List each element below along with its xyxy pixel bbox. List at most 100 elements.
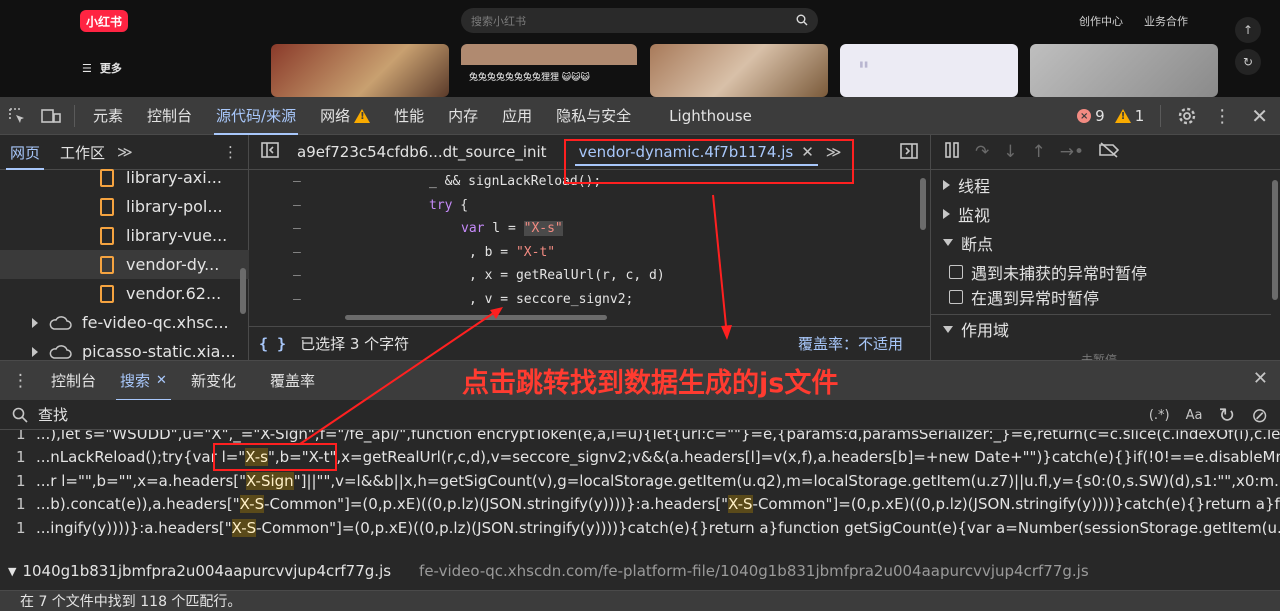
search-bar[interactable]: 查找 (.*) Aa ↻ ⊘ <box>0 400 1280 430</box>
tab-console[interactable]: 控制台 <box>135 97 204 135</box>
editor-horizontal-scrollbar[interactable] <box>345 315 607 320</box>
kebab-menu-icon[interactable]: ⋮ <box>223 143 238 161</box>
step-icon[interactable]: →• <box>1060 142 1084 162</box>
expand-arrow-icon[interactable] <box>32 346 38 357</box>
step-over-icon[interactable]: ↷ <box>975 142 989 162</box>
feed-card[interactable] <box>650 44 828 97</box>
file-tree-item[interactable]: vendor.62... <box>0 279 249 308</box>
webpage-background: 小红书 搜索小红书 创作中心 业务合作 ↑ ↻ ☰ 更多 兔兔兔兔兔兔兔兔狸狸 … <box>0 0 1280 97</box>
search-result-row[interactable]: 1 ...nLackReload();try{var l="X-s",b="X-t… <box>0 446 1280 470</box>
editor-tab-active[interactable]: vendor-dynamic.4f7b1174.js ✕ <box>567 135 826 170</box>
feed-card[interactable] <box>271 44 449 97</box>
annotation-text: 点击跳转找到数据生成的js文件 <box>462 368 839 399</box>
search-result-row[interactable]: 1 ...b).concat(e)),a.headers["X-S-Common"… <box>0 493 1280 517</box>
tab-application[interactable]: 应用 <box>490 97 544 135</box>
drawer-tab-changes[interactable]: 新变化 <box>179 361 248 401</box>
step-out-icon[interactable]: ↑ <box>1032 142 1046 162</box>
file-tree-item[interactable]: library-axi... <box>0 163 249 192</box>
code-area[interactable]: – _ && signLackReload(); – try { – var l = … <box>249 170 931 315</box>
refresh-icon[interactable]: ↻ <box>1218 403 1235 427</box>
tab-performance[interactable]: 性能 <box>382 97 436 135</box>
code-string-selected: "X-s" <box>523 221 563 237</box>
navigator-scrollbar[interactable] <box>240 268 246 314</box>
code-text: , b = <box>469 244 516 260</box>
tab-sources[interactable]: 源代码/来源 <box>204 97 308 135</box>
feed-card[interactable] <box>1030 44 1218 97</box>
coverage-status[interactable]: 覆盖率：不适用 <box>798 333 903 354</box>
xiaohongshu-logo[interactable]: 小红书 <box>80 10 128 32</box>
file-tree-item-selected[interactable]: vendor-dy... <box>0 250 249 279</box>
search-options: (.*) Aa ↻ ⊘ <box>1149 400 1268 430</box>
device-toolbar-icon[interactable] <box>34 97 68 135</box>
chevron-double-right-icon[interactable]: ≫ <box>826 143 842 161</box>
file-tree-item[interactable]: library-vue... <box>0 221 249 250</box>
regex-toggle[interactable]: (.*) <box>1149 408 1170 423</box>
scroll-top-icon[interactable]: ↑ <box>1235 17 1261 43</box>
toggle-debugger-icon[interactable] <box>900 143 918 163</box>
deactivate-breakpoints-icon[interactable] <box>1098 142 1120 162</box>
inspect-element-icon[interactable] <box>0 97 34 135</box>
tab-lighthouse[interactable]: Lighthouse <box>657 97 764 135</box>
chevron-double-right-icon[interactable]: ≫ <box>117 143 133 161</box>
step-into-icon[interactable]: ↓ <box>1003 142 1017 162</box>
file-tree-item[interactable]: library-pol... <box>0 192 249 221</box>
search-result-row[interactable]: 1 ...),let s="WSUDD",u="X",_="X-Sign",f="… <box>0 430 1280 446</box>
tab-memory[interactable]: 内存 <box>436 97 490 135</box>
kebab-menu-icon[interactable]: ⋮ <box>1213 106 1231 127</box>
close-tab-icon[interactable]: ✕ <box>156 373 167 388</box>
pretty-print-icon[interactable]: { } <box>259 335 286 353</box>
result-match-highlight: X-Sign <box>246 471 294 490</box>
pause-uncaught-row[interactable]: 遇到未捕获的异常时暂停 <box>931 257 1271 286</box>
file-name: vendor.62... <box>126 284 222 303</box>
pause-caught-checkbox[interactable] <box>949 290 963 304</box>
expand-arrow-icon[interactable] <box>32 317 38 328</box>
search-result-row[interactable]: 1 ...r l="",b="",x=a.headers["X-Sign"]||"… <box>0 469 1280 493</box>
close-drawer-icon[interactable]: ✕ <box>1253 368 1268 389</box>
search-result-row[interactable]: 1 ...ingify(y))))}:a.headers["X-S-Common"… <box>0 516 1280 540</box>
result-text: ...r l="",b="",x=a.headers["X-Sign"]||""… <box>36 471 1280 490</box>
pause-icon[interactable] <box>943 141 961 163</box>
code-line: – , b = "X-t" <box>249 241 931 265</box>
editor-vertical-scrollbar[interactable] <box>920 178 926 230</box>
pause-uncaught-checkbox[interactable] <box>949 264 963 279</box>
collapsed-arrow-icon <box>943 179 950 190</box>
result-line-number: 1 <box>16 430 26 443</box>
tab-network[interactable]: 网络 <box>308 97 382 135</box>
section-scope[interactable]: 作用域 <box>931 314 1271 343</box>
section-label: 断点 <box>961 234 994 254</box>
close-devtools-icon[interactable]: ✕ <box>1251 104 1268 128</box>
collapsed-arrow-icon <box>943 208 950 219</box>
refresh-icon[interactable]: ↻ <box>1235 49 1261 75</box>
search-input[interactable]: 查找 <box>38 404 68 425</box>
match-case-toggle[interactable]: Aa <box>1186 408 1203 423</box>
creator-center-link[interactable]: 创作中心 <box>1079 13 1123 29</box>
warning-count-badge[interactable]: 1 <box>1114 107 1144 125</box>
result-text-segment: ,x=getRealUrl(r,c,d),v=seccore_signv2;v&… <box>336 448 1280 467</box>
debugger-scrollbar[interactable] <box>1272 180 1278 300</box>
error-count-badge[interactable]: × 9 <box>1077 107 1105 125</box>
section-breakpoints[interactable]: 断点 <box>931 228 1271 257</box>
domain-tree-item[interactable]: fe-video-qc.xhsc... <box>0 308 249 337</box>
feed-card[interactable]: " <box>840 44 1018 97</box>
gear-icon[interactable] <box>1177 106 1197 126</box>
tab-privacy-security[interactable]: 隐私与安全 <box>544 97 643 135</box>
business-link[interactable]: 业务合作 <box>1144 13 1188 29</box>
kebab-menu-icon[interactable]: ⋮ <box>12 371 29 391</box>
tab-elements[interactable]: 元素 <box>81 97 135 135</box>
drawer-tab-console[interactable]: 控制台 <box>39 361 108 401</box>
result-file-header[interactable]: ▼ 1040g1b831jbmfpra2u004aapurcvvjup4crf7… <box>0 558 1089 584</box>
close-tab-icon[interactable]: ✕ <box>801 143 814 161</box>
more-menu[interactable]: ☰ 更多 <box>82 60 122 76</box>
file-icon <box>100 284 114 303</box>
toggle-navigator-icon[interactable] <box>261 142 279 162</box>
section-threads[interactable]: 线程 <box>931 170 1271 199</box>
section-watch[interactable]: 监视 <box>931 199 1271 228</box>
pause-caught-row[interactable]: 在遇到异常时暂停 <box>931 286 1271 308</box>
editor-tab[interactable]: a9ef723c54cfdb6...dt_source_init <box>285 135 559 170</box>
drawer-tab-coverage[interactable]: 覆盖率 <box>258 361 327 401</box>
clear-icon[interactable]: ⊘ <box>1251 403 1268 427</box>
drawer-tab-search[interactable]: 搜索 ✕ <box>108 361 179 401</box>
feed-card[interactable]: 兔兔兔兔兔兔兔兔狸狸 😺😺😺 <box>461 44 637 97</box>
checkbox-label: 遇到未捕获的异常时暂停 <box>971 263 1148 283</box>
site-search-input[interactable]: 搜索小红书 <box>461 8 818 33</box>
